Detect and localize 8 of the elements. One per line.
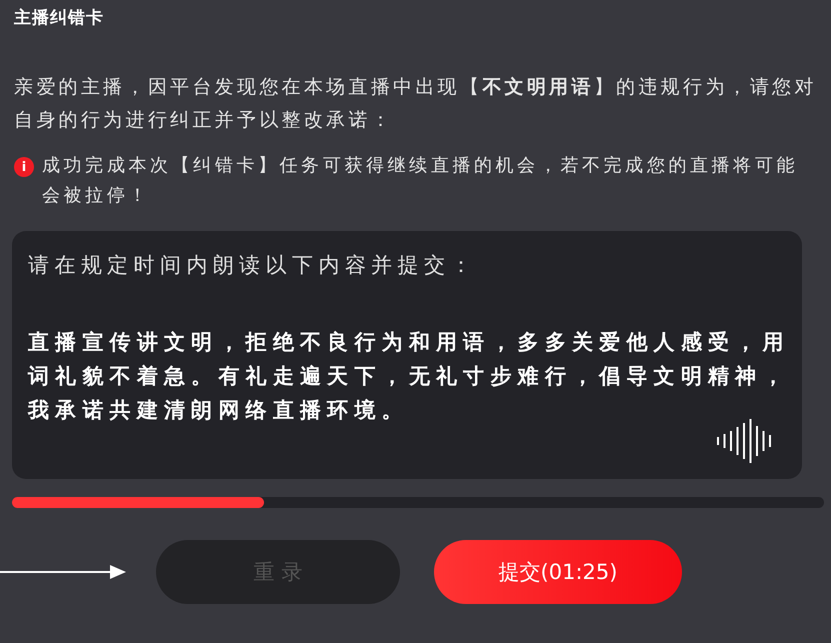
reading-text: 直播宣传讲文明，拒绝不良行为和用语，多多关爱他人感受，用词礼貌不着急。有礼走遍天下，无礼寸步难行，倡导文明精神，我承诺共建清朗网络直播环境。 bbox=[28, 329, 790, 424]
notice-text: 成功完成本次【纠错卡】任务可获得继续直播的机会，若不完成您的直播将可能会被拉停！ bbox=[42, 154, 799, 208]
info-icon: i bbox=[14, 157, 34, 177]
reading-prompt: 请在规定时间内朗读以下内容并提交： bbox=[28, 252, 478, 279]
card-title: 主播纠错卡 bbox=[14, 7, 104, 29]
submit-button[interactable]: 提交(01:25) bbox=[434, 540, 682, 604]
arrow-icon bbox=[0, 564, 126, 580]
violation-message: 亲爱的主播，因平台发现您在本场直播中出现【不文明用语】的违规行为，请您对自身的行为进行纠正并予以整改承诺： bbox=[14, 75, 818, 133]
